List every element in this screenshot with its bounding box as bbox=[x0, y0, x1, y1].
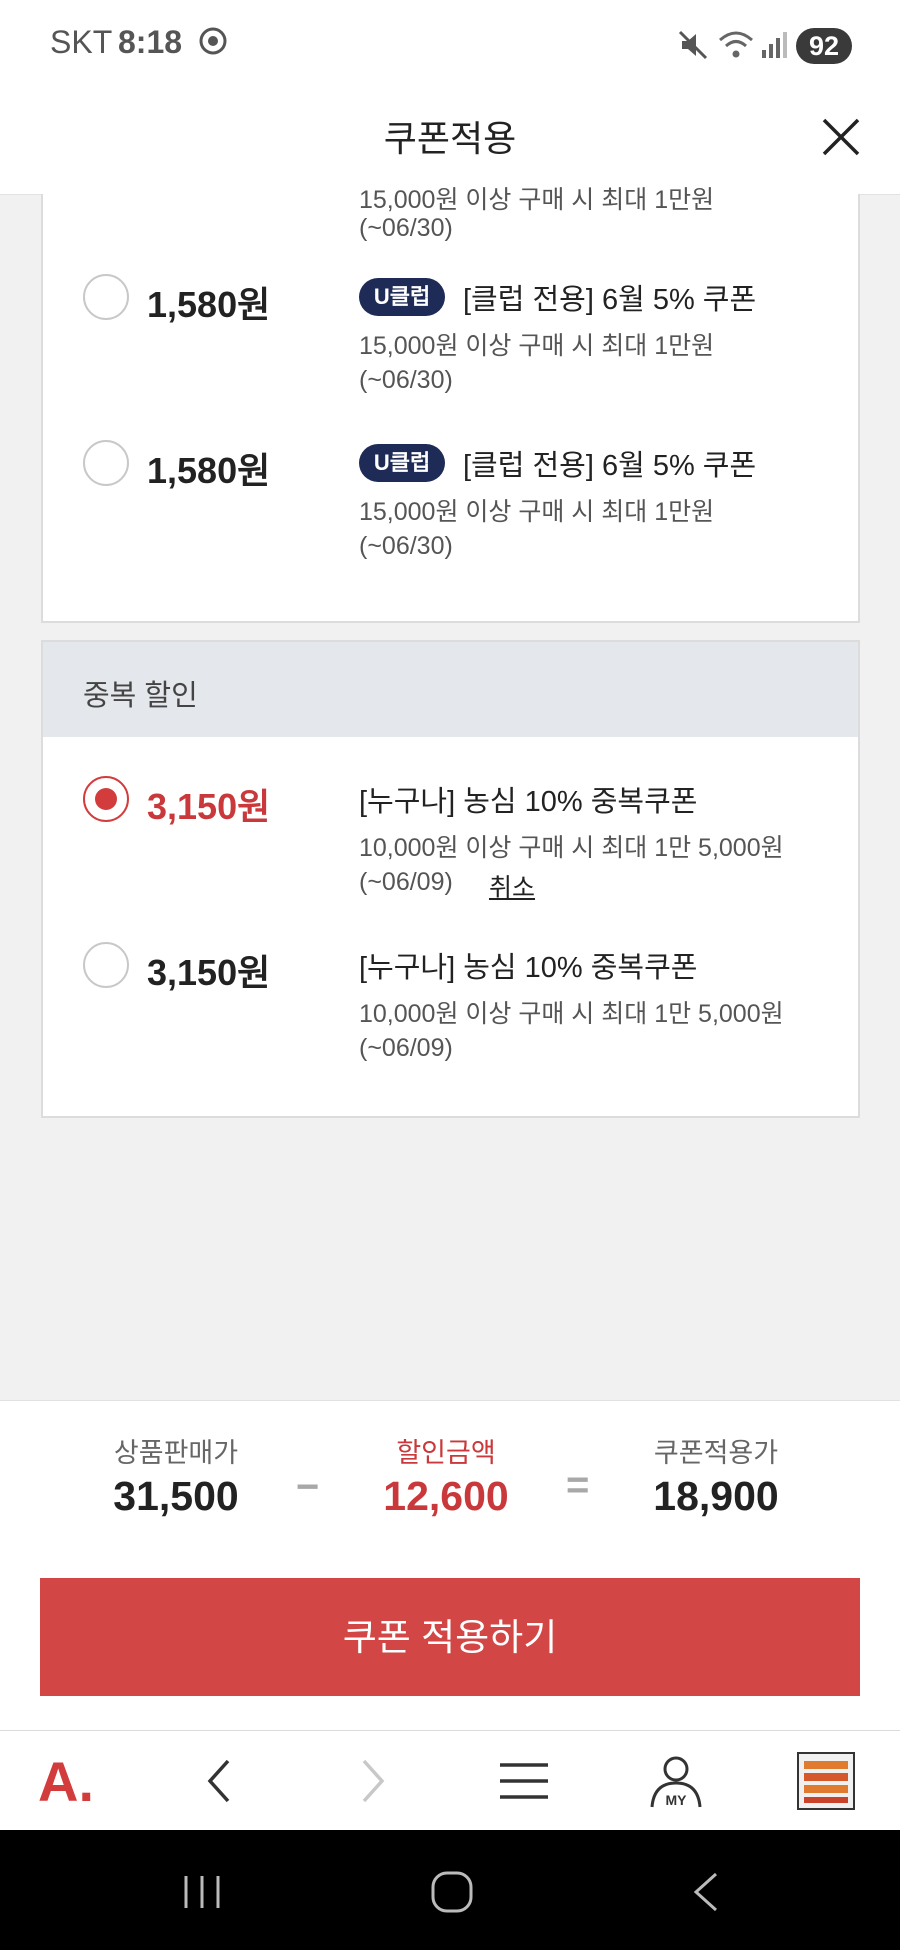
coupon-desc: 10,000원 이상 구매 시 최대 1만 5,000원 bbox=[359, 834, 784, 862]
status-bar: SKT 8:18 92 bbox=[0, 0, 900, 92]
coupon-desc: 10,000원 이상 구매 시 최대 1만 5,000원 bbox=[359, 1000, 784, 1028]
menu-icon[interactable] bbox=[494, 1751, 554, 1811]
price-summary: 상품판매가 31,500 − 할인금액 12,600 = 쿠폰적용가 18,90… bbox=[0, 1400, 900, 1731]
coupon-desc: 15,000원 이상 구매 시 최대 1만원 bbox=[359, 332, 715, 360]
coupon-amount: 1,580원 bbox=[147, 284, 271, 325]
coupon-amount: 3,150원 bbox=[147, 952, 271, 993]
coupon-expiry: (~06/30) bbox=[359, 214, 453, 242]
duplicate-discount-card: 중복 할인 3,150원 [누구나] 농심 10% 중복쿠폰 10,000원 이… bbox=[41, 640, 860, 1118]
logo-text: A. bbox=[38, 1751, 94, 1811]
coupon-item[interactable]: 3,150원 [누구나] 농심 10% 중복쿠폰 10,000원 이상 구매 시… bbox=[43, 942, 858, 1092]
coupon-item[interactable]: 1,580원 U클럽 [클럽 전용] 6월 5% 쿠폰 15,000원 이상 구… bbox=[43, 274, 858, 424]
final-label: 쿠폰적용가 bbox=[653, 1438, 779, 1468]
coupon-list-card: 15,000원 이상 구매 시 최대 1만원 (~06/30) 1,580원 U… bbox=[41, 186, 860, 623]
coupon-name: [클럽 전용] 6월 5% 쿠폰 bbox=[463, 450, 757, 482]
coupon-desc: 15,000원 이상 구매 시 최대 1만원 bbox=[359, 498, 715, 526]
uclub-badge: U클럽 bbox=[359, 444, 445, 482]
coupon-item[interactable]: 3,150원 [누구나] 농심 10% 중복쿠폰 10,000원 이상 구매 시… bbox=[43, 776, 858, 926]
forward-icon[interactable] bbox=[342, 1751, 402, 1811]
coupon-amount: 1,580원 bbox=[147, 450, 271, 491]
coupon-radio[interactable] bbox=[83, 440, 129, 486]
coupon-desc: 15,000원 이상 구매 시 최대 1만원 bbox=[359, 186, 715, 214]
section-header: 중복 할인 bbox=[43, 642, 858, 737]
final-value: 18,900 bbox=[653, 1473, 779, 1519]
coupon-name: [클럽 전용] 6월 5% 쿠폰 bbox=[463, 284, 757, 316]
product-thumbnail-icon[interactable] bbox=[796, 1751, 856, 1811]
wifi-icon bbox=[719, 31, 753, 58]
discount-value: 12,600 bbox=[383, 1473, 509, 1519]
clock: 8:18 bbox=[118, 24, 183, 60]
coupon-expiry: (~06/09) bbox=[359, 1034, 453, 1062]
system-back-icon[interactable] bbox=[688, 1870, 722, 1914]
section-title: 중복 할인 bbox=[83, 680, 198, 712]
close-icon[interactable] bbox=[818, 114, 864, 160]
coupon-radio-selected[interactable] bbox=[83, 776, 129, 822]
camera-icon bbox=[199, 27, 227, 55]
coupon-item[interactable]: 1,580원 U클럽 [클럽 전용] 6월 5% 쿠폰 15,000원 이상 구… bbox=[43, 440, 858, 590]
signal-icon bbox=[762, 32, 787, 58]
coupon-name: [누구나] 농심 10% 중복쿠폰 bbox=[359, 952, 698, 984]
price-value: 31,500 bbox=[113, 1473, 239, 1519]
system-nav-bar bbox=[0, 1830, 900, 1950]
cancel-link[interactable]: 취소 bbox=[489, 868, 535, 904]
uclub-badge: U클럽 bbox=[359, 278, 445, 316]
coupon-expiry: (~06/30) bbox=[359, 532, 453, 560]
logo-icon[interactable]: A. bbox=[38, 1751, 118, 1811]
coupon-name: [누구나] 농심 10% 중복쿠폰 bbox=[359, 786, 698, 818]
my-page-icon[interactable]: MY bbox=[646, 1751, 706, 1811]
coupon-radio[interactable] bbox=[83, 274, 129, 320]
apply-coupon-label: 쿠폰 적용하기 bbox=[342, 1617, 558, 1658]
coupon-amount: 3,150원 bbox=[147, 786, 271, 827]
mute-icon bbox=[678, 30, 708, 60]
discount-label: 할인금액 bbox=[396, 1438, 496, 1468]
price-label: 상품판매가 bbox=[113, 1438, 239, 1468]
home-icon[interactable] bbox=[430, 1870, 474, 1914]
equals-sign: = bbox=[566, 1463, 590, 1507]
browser-toolbar: A. MY bbox=[0, 1730, 900, 1831]
coupon-radio[interactable] bbox=[83, 942, 129, 988]
coupon-expiry: (~06/09) bbox=[359, 868, 453, 896]
carrier-label: SKT bbox=[50, 24, 113, 60]
coupon-expiry: (~06/30) bbox=[359, 366, 453, 394]
page-title: 쿠폰적용 bbox=[383, 118, 517, 159]
minus-sign: − bbox=[296, 1465, 320, 1509]
recent-apps-icon[interactable] bbox=[180, 1872, 224, 1912]
back-icon[interactable] bbox=[190, 1751, 250, 1811]
battery-indicator: 92 bbox=[796, 28, 852, 64]
my-label: MY bbox=[666, 1792, 688, 1808]
apply-coupon-button[interactable]: 쿠폰 적용하기 bbox=[40, 1578, 860, 1696]
